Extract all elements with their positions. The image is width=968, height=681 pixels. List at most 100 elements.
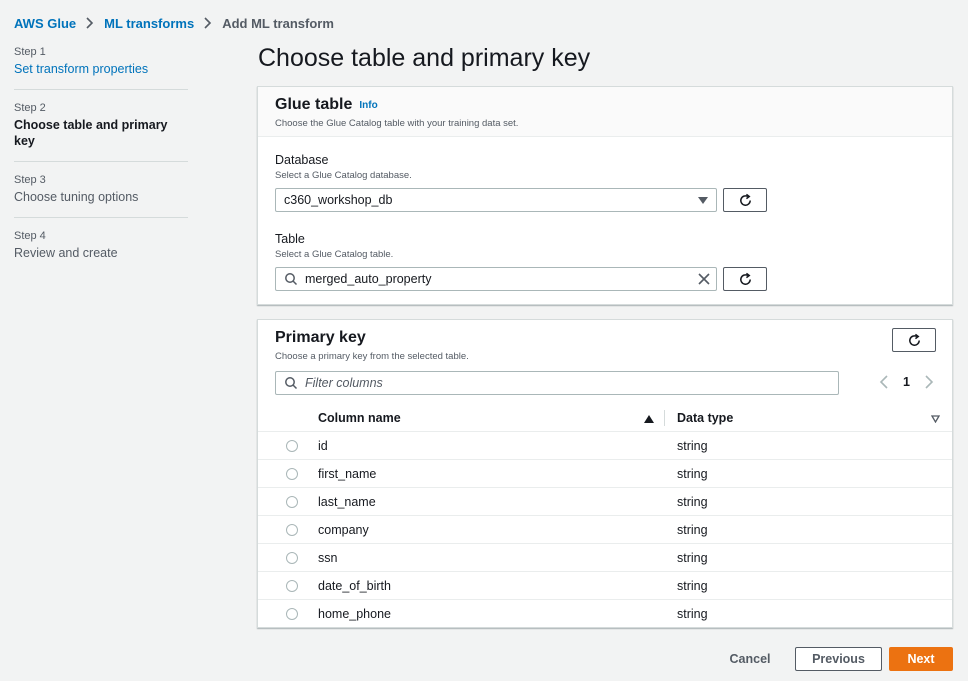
- breadcrumb: AWS Glue ML transforms Add ML transform: [14, 14, 334, 32]
- columns-table: Column name Data type id string first_na…: [258, 404, 952, 628]
- refresh-icon: [908, 333, 920, 346]
- panel-description: Choose the Glue Catalog table with your …: [275, 118, 519, 129]
- row-select-cell: [258, 608, 318, 620]
- sort-icon: [931, 414, 940, 423]
- row-select-cell: [258, 523, 318, 536]
- breadcrumb-ml-transforms[interactable]: ML transforms: [104, 16, 194, 31]
- row-select-cell: [258, 579, 318, 592]
- wizard-steps: Step 1 Set transform properties Step 2 C…: [14, 46, 188, 285]
- step-4: Step 4 Review and create: [14, 230, 188, 273]
- row-radio[interactable]: [286, 495, 298, 508]
- cancel-button[interactable]: Cancel: [722, 647, 778, 671]
- panel-header: Glue table Info Choose the Glue Catalog …: [258, 87, 952, 137]
- chevron-right-icon[interactable]: [924, 375, 934, 389]
- cell-data-type: string: [677, 550, 708, 565]
- cell-data-type: string: [677, 466, 708, 481]
- table-row[interactable]: date_of_birth string: [258, 572, 952, 600]
- breadcrumb-aws-glue[interactable]: AWS Glue: [14, 16, 76, 31]
- panel-header: Primary key Choose a primary key from th…: [258, 320, 952, 366]
- chevron-right-icon: [86, 17, 94, 29]
- cell-data-type: string: [677, 494, 708, 509]
- row-radio[interactable]: [286, 608, 298, 620]
- database-select-value: c360_workshop_db: [284, 193, 393, 207]
- cell-column-name: first_name: [318, 466, 377, 481]
- row-radio[interactable]: [286, 467, 298, 480]
- caret-down-icon: [698, 197, 708, 204]
- step-label: Review and create: [14, 246, 118, 260]
- cell-column-name: id: [318, 438, 328, 453]
- info-link[interactable]: Info: [359, 100, 377, 111]
- previous-button[interactable]: Previous: [795, 647, 882, 671]
- header-column-name[interactable]: Column name: [318, 411, 664, 425]
- database-field: Database Select a Glue Catalog database.: [275, 153, 412, 181]
- database-label: Database: [275, 153, 329, 167]
- refresh-icon: [739, 272, 751, 285]
- panel-title-row: Glue table Info: [275, 96, 935, 114]
- panel-description: Choose a primary key from the selected t…: [275, 351, 469, 362]
- breadcrumb-current: Add ML transform: [222, 15, 334, 31]
- table-row[interactable]: ssn string: [258, 544, 952, 572]
- cell-data-type: string: [677, 607, 708, 621]
- step-label: Choose tuning options: [14, 190, 139, 204]
- cell-column-name: last_name: [318, 494, 376, 509]
- table-autosuggest-input[interactable]: merged_auto_property: [275, 267, 717, 291]
- page-number[interactable]: 1: [903, 375, 910, 389]
- cell-column-name: ssn: [318, 550, 338, 565]
- panel-title: Primary key: [275, 329, 366, 346]
- next-button[interactable]: Next: [889, 647, 953, 671]
- row-radio[interactable]: [286, 579, 298, 592]
- step-number: Step 4: [14, 230, 46, 242]
- cell-data-type: string: [677, 578, 708, 593]
- step-label-current: Choose table and primary key: [14, 118, 168, 148]
- refresh-icon: [739, 193, 751, 206]
- clear-icon[interactable]: [698, 273, 710, 285]
- database-description: Select a Glue Catalog database.: [275, 170, 412, 181]
- step-1: Step 1 Set transform properties: [14, 46, 188, 90]
- step-number: Step 3: [14, 174, 46, 186]
- header-data-type-label: Data type: [677, 410, 734, 425]
- database-select[interactable]: c360_workshop_db: [275, 188, 717, 212]
- filter-columns-input[interactable]: Filter columns: [275, 371, 839, 395]
- table-input-value: merged_auto_property: [305, 272, 432, 286]
- table-row[interactable]: first_name string: [258, 460, 952, 488]
- row-select-cell: [258, 439, 318, 452]
- cell-column-name: home_phone: [318, 607, 391, 621]
- panel-title: Glue table: [275, 96, 353, 113]
- table-row[interactable]: id string: [258, 432, 952, 460]
- sort-ascending-icon: [644, 414, 654, 423]
- step-2: Step 2 Choose table and primary key: [14, 102, 188, 162]
- step-3: Step 3 Choose tuning options: [14, 174, 188, 218]
- step-link-set-transform-properties[interactable]: Set transform properties: [14, 61, 188, 77]
- primary-key-panel: Primary key Choose a primary key from th…: [257, 319, 953, 628]
- refresh-databases-button[interactable]: [723, 188, 767, 212]
- row-select-cell: [258, 467, 318, 480]
- chevron-left-icon[interactable]: [879, 375, 889, 389]
- cell-data-type: string: [677, 522, 708, 537]
- table-row[interactable]: company string: [258, 516, 952, 544]
- cell-column-name: company: [318, 522, 369, 537]
- row-select-cell: [258, 495, 318, 508]
- step-number: Step 2: [14, 102, 46, 114]
- search-icon: [285, 377, 298, 390]
- filter-placeholder: Filter columns: [305, 376, 383, 390]
- step-number: Step 1: [14, 46, 46, 58]
- row-radio[interactable]: [286, 523, 298, 536]
- table-field: Table Select a Glue Catalog table.: [275, 232, 393, 260]
- refresh-tables-button[interactable]: [723, 267, 767, 291]
- pagination: 1: [879, 375, 934, 389]
- table-label: Table: [275, 232, 305, 246]
- table-row[interactable]: last_name string: [258, 488, 952, 516]
- refresh-columns-button[interactable]: [892, 328, 936, 352]
- chevron-right-icon: [204, 17, 212, 29]
- cell-data-type: string: [677, 438, 708, 453]
- header-column-name-label: Column name: [318, 410, 401, 425]
- row-select-cell: [258, 551, 318, 564]
- table-row[interactable]: home_phone string: [258, 600, 952, 628]
- header-data-type[interactable]: Data type: [664, 411, 952, 425]
- table-header: Column name Data type: [258, 404, 952, 432]
- page-title: Choose table and primary key: [258, 44, 591, 72]
- row-radio[interactable]: [286, 551, 298, 564]
- row-radio[interactable]: [286, 439, 298, 452]
- search-icon: [285, 273, 298, 286]
- glue-table-panel: Glue table Info Choose the Glue Catalog …: [257, 86, 953, 305]
